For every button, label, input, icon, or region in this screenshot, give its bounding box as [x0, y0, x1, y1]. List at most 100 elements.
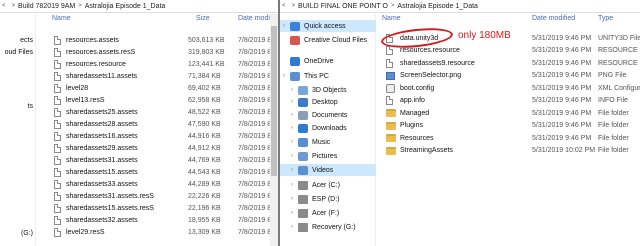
- file-date: 7/8/2019 8:: [238, 72, 274, 80]
- breadcrumb-item[interactable]: BUILD FINAL ONE POINT O: [298, 3, 388, 10]
- back-arrow-icon[interactable]: <: [2, 3, 6, 9]
- file-row[interactable]: sharedassets33.assets 44,289 KB 7/8/2019 8…: [40, 178, 273, 190]
- sidebar-item-label: OneDrive: [304, 57, 334, 65]
- file-row[interactable]: Resources 5/31/2019 9:46 PM File folder: [380, 132, 640, 144]
- sidebar-item-label: Downloads: [312, 124, 347, 132]
- sidebar-item-label: Acer (F:): [312, 209, 340, 217]
- file-date: 7/8/2019 8:: [238, 132, 274, 140]
- sidebar-item[interactable]: › Music: [280, 136, 376, 148]
- left-column-headers: Name Size Date modifi: [38, 13, 278, 24]
- file-icon: [54, 167, 61, 177]
- sidebar-item[interactable]: › 3D Objects: [280, 84, 376, 96]
- breadcrumb-item[interactable]: Astralojia Episode 1_Data: [397, 3, 478, 10]
- file-row[interactable]: boot.config 5/31/2019 9:46 PM XML Configur…: [380, 82, 640, 94]
- sidebar-item[interactable]: › Acer (F:): [280, 207, 376, 219]
- sidebar-item[interactable]: › Recovery (G:): [280, 221, 376, 233]
- nav-item[interactable]: oud Files: [0, 46, 33, 58]
- sidebar-item[interactable]: › Desktop: [280, 96, 376, 108]
- sidebar-item[interactable]: › Pictures: [280, 150, 376, 162]
- videos-icon: [298, 165, 308, 175]
- file-row[interactable]: sharedassets15.assets.resS 22,196 KB 7/8/2…: [40, 202, 273, 214]
- file-row[interactable]: app.info 5/31/2019 9:46 PM INFO File: [380, 95, 640, 107]
- sidebar-item[interactable]: › Acer (C:): [280, 179, 376, 191]
- file-size: 18,955 KB: [188, 216, 221, 224]
- file-row[interactable]: StreamingAssets 5/31/2019 10:02 PM File fo…: [380, 145, 640, 157]
- file-icon: [386, 58, 393, 68]
- sidebar-item[interactable]: › Quick access: [280, 20, 376, 32]
- file-row[interactable]: sharedassets9.resource 5/31/2019 9:46 PM R…: [380, 57, 640, 69]
- column-header-name[interactable]: Name: [52, 15, 71, 22]
- sidebar-item[interactable]: › Downloads: [280, 122, 376, 134]
- file-row[interactable]: resources.assets.resS 319,803 KB 7/8/2019 …: [40, 46, 273, 58]
- sidebar-item-label: Acer (C:): [312, 181, 340, 189]
- column-header-date[interactable]: Date modified: [532, 15, 575, 22]
- file-name: resources.resource: [66, 60, 126, 68]
- file-row[interactable]: sharedassets32.assets 18,955 KB 7/8/2019 8…: [40, 214, 273, 226]
- drive-icon: [298, 194, 308, 204]
- file-row[interactable]: sharedassets31.assets.resS 22,226 KB 7/8/2…: [40, 190, 273, 202]
- file-name: resources.resource: [400, 47, 460, 54]
- image-file-icon: [386, 71, 395, 80]
- breadcrumb-item[interactable]: Build 782019 9AM: [18, 3, 75, 10]
- chevron-right-icon[interactable]: ›: [288, 182, 296, 188]
- chevron-right-icon[interactable]: ›: [288, 125, 296, 131]
- chevron-right-icon[interactable]: ›: [288, 87, 296, 93]
- chevron-right-icon[interactable]: ›: [288, 167, 296, 173]
- chevron-right-icon[interactable]: ›: [288, 99, 296, 105]
- sidebar-item[interactable]: › Documents: [280, 109, 376, 121]
- sidebar-item[interactable]: Creative Cloud Files: [280, 34, 376, 46]
- breadcrumb-item[interactable]: Astralojia Episode 1_Data: [85, 3, 166, 10]
- file-size: 47,590 KB: [188, 120, 221, 128]
- file-row[interactable]: resources.resource 123,441 KB 7/8/2019 8:: [40, 58, 273, 70]
- file-row[interactable]: Plugins 5/31/2019 9:46 PM File folder: [380, 120, 640, 132]
- file-type: File folder: [598, 109, 629, 117]
- file-row[interactable]: resources.assets 503,613 KB 7/8/2019 8:: [40, 34, 273, 46]
- chevron-right-icon[interactable]: ›: [280, 73, 288, 79]
- left-vertical-scrollbar[interactable]: [270, 14, 278, 246]
- file-row[interactable]: sharedassets15.assets 44,543 KB 7/8/2019 8…: [40, 166, 273, 178]
- column-header-name[interactable]: Name: [382, 15, 401, 22]
- nav-item[interactable]: ects: [0, 34, 33, 46]
- file-row[interactable]: sharedassets29.assets 44,912 KB 7/8/2019 8…: [40, 142, 273, 154]
- nav-item[interactable]: ts: [0, 100, 33, 112]
- file-row[interactable]: sharedassets28.assets 47,590 KB 7/8/2019 8…: [40, 118, 273, 130]
- chevron-right-icon[interactable]: ›: [280, 23, 288, 29]
- chevron-right-icon[interactable]: ›: [288, 153, 296, 159]
- chevron-right-icon[interactable]: ›: [288, 224, 296, 230]
- file-row[interactable]: level28 69,402 KB 7/8/2019 8:: [40, 82, 273, 94]
- file-row[interactable]: level13.resS 62,958 KB 7/8/2019 8:: [40, 94, 273, 106]
- chevron-right-icon[interactable]: ›: [288, 139, 296, 145]
- sidebar-item[interactable]: OneDrive: [280, 55, 376, 67]
- nav-item[interactable]: (G:): [0, 227, 33, 239]
- nav-item-label: ects: [20, 36, 33, 44]
- file-row[interactable]: level29.resS 13,309 KB 7/8/2019 8:: [40, 226, 273, 238]
- file-name: sharedassets15.assets: [66, 168, 138, 176]
- file-name: level28: [66, 84, 89, 92]
- column-header-type[interactable]: Type: [598, 15, 613, 22]
- file-row[interactable]: sharedassets31.assets 44,769 KB 7/8/2019 8…: [40, 154, 273, 166]
- file-name: level29.resS: [66, 228, 105, 236]
- file-row[interactable]: sharedassets16.assets 44,916 KB 7/8/2019 8…: [40, 130, 273, 142]
- file-row[interactable]: Managed 5/31/2019 9:46 PM File folder: [380, 107, 640, 119]
- left-address-bar[interactable]: < > Build 782019 9AM > Astralojia Episod…: [0, 0, 278, 13]
- chevron-right-icon[interactable]: ›: [288, 112, 296, 118]
- file-row[interactable]: sharedassets25.assets 48,522 KB 7/8/2019 8…: [40, 106, 273, 118]
- file-name: sharedassets16.assets: [66, 132, 138, 140]
- file-date: 7/8/2019 8:: [238, 96, 274, 104]
- right-address-bar[interactable]: < > BUILD FINAL ONE POINT O > Astralojia…: [280, 0, 640, 13]
- chevron-right-icon[interactable]: ›: [288, 196, 296, 202]
- column-header-size[interactable]: Size: [196, 15, 210, 22]
- sidebar-item[interactable]: › ESP (D:): [280, 193, 376, 205]
- chevron-right-icon[interactable]: ›: [288, 210, 296, 216]
- column-header-date[interactable]: Date modifi: [238, 15, 273, 22]
- file-icon: [54, 203, 61, 213]
- file-row[interactable]: sharedassets11.assets 71,384 KB 7/8/2019 8…: [40, 70, 273, 82]
- sidebar-item[interactable]: › Videos: [280, 164, 376, 176]
- file-size: 71,384 KB: [188, 72, 221, 80]
- file-row[interactable]: ScreenSelector.png 5/31/2019 9:46 PM PNG F…: [380, 70, 640, 82]
- scrollbar-thumb[interactable]: [271, 26, 277, 176]
- chevron-left-icon[interactable]: <: [282, 3, 286, 9]
- sidebar-item[interactable]: › This PC: [280, 70, 376, 82]
- file-name: sharedassets11.assets: [66, 72, 138, 80]
- nav-item-label: ts: [27, 102, 33, 110]
